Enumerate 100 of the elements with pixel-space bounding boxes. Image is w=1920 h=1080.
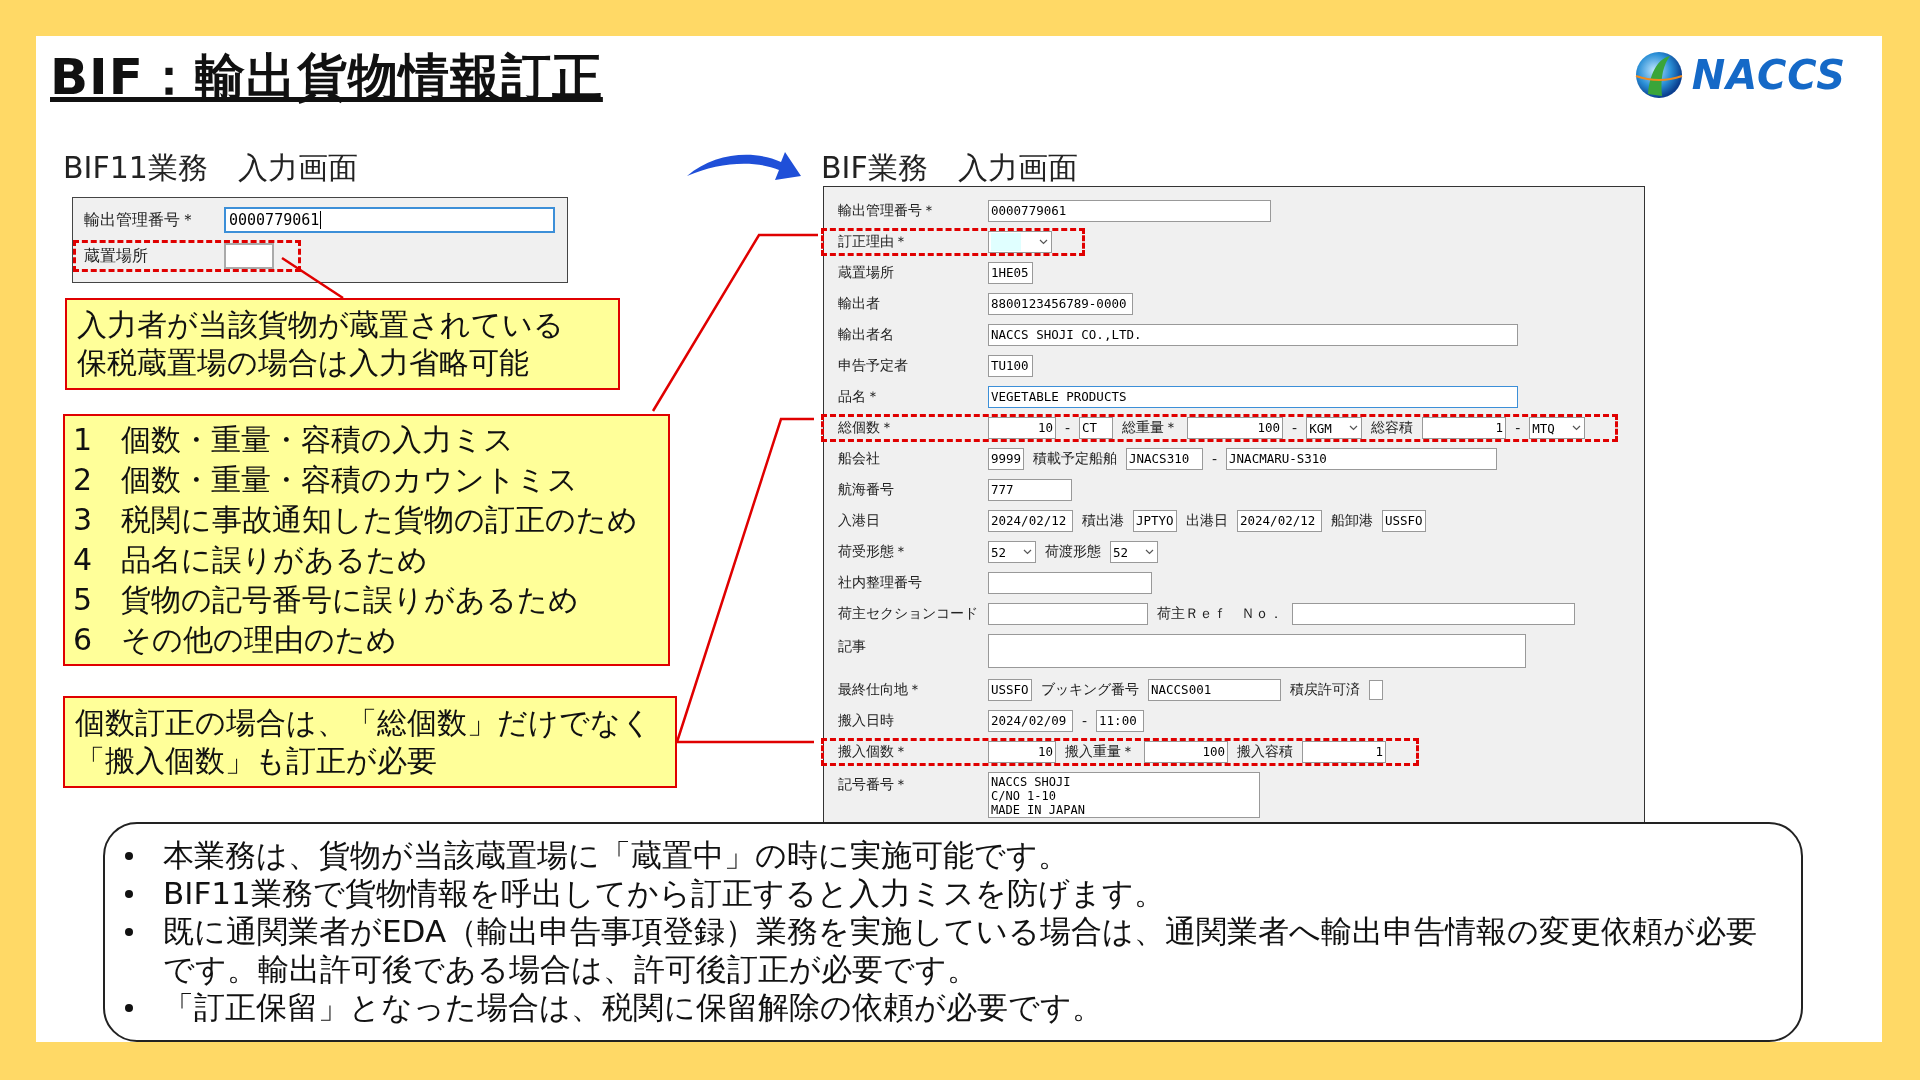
list-number: 2 <box>73 461 91 499</box>
input-field[interactable]: 2024/02/12 <box>988 510 1073 532</box>
field-label: 船卸港 <box>1331 512 1373 530</box>
input-field[interactable]: CT <box>1079 417 1114 439</box>
bullet-icon <box>125 890 133 898</box>
input-field[interactable]: 2024/02/12 <box>1237 510 1322 532</box>
bullet-icon <box>125 1004 133 1012</box>
dash-separator: - <box>1212 451 1218 467</box>
list-text: 貨物の記号番号に誤りがあるため <box>121 581 579 619</box>
field-label: 輸出者 <box>837 295 881 313</box>
input-field[interactable]: 1 <box>1302 741 1386 763</box>
input-field[interactable]: VEGETABLE PRODUCTS <box>988 386 1518 408</box>
list-text: その他の理由のため <box>121 621 397 659</box>
field-label: 航海番号 <box>837 481 895 499</box>
list-text: 品名に誤りがあるため <box>121 541 428 579</box>
callout-text: 個数訂正の場合は、「総個数」だけでなく <box>75 704 652 742</box>
field-label: 積出港 <box>1082 512 1124 530</box>
list-number: 4 <box>73 541 91 579</box>
input-field[interactable]: 1 <box>1422 417 1507 439</box>
text-area[interactable]: NACCS SHOJI C/NO 1-10 MADE IN JAPAN <box>988 772 1260 818</box>
field-label: 品名＊ <box>837 388 881 406</box>
input-field[interactable]: USSFO <box>1382 510 1426 532</box>
input-field[interactable]: USSFO <box>988 679 1032 701</box>
globe-logo-icon <box>1633 50 1684 100</box>
dropdown[interactable]: 52 <box>1110 541 1158 563</box>
input-field[interactable]: JPTYO <box>1133 510 1177 532</box>
input-field[interactable]: 0000779061 <box>988 200 1271 222</box>
chevron-down-icon <box>1572 425 1582 431</box>
callout-text: 「搬入個数」も訂正が必要 <box>75 742 437 780</box>
note-text: 「訂正保留」となった場合は、税関に保留解除の依頼が必要です。 <box>163 988 1103 1026</box>
dropdown[interactable]: KGM <box>1306 417 1363 439</box>
input-field[interactable]: 1HE05 <box>988 262 1033 284</box>
list-number: 5 <box>73 581 91 619</box>
field-label: 積戻許可済 <box>1290 681 1360 699</box>
input-field[interactable]: JNACMARU-S310 <box>1226 448 1498 470</box>
field-label: 搬入重量＊ <box>1065 743 1135 761</box>
bullet-icon <box>125 928 133 936</box>
slide-title: BIF：輸出貨物情報訂正 <box>50 47 603 108</box>
input-field[interactable]: 11:00 <box>1096 710 1145 732</box>
logo-text: NACCS <box>1691 52 1846 98</box>
input-field[interactable]: TU100 <box>988 355 1033 377</box>
dropdown[interactable]: 52 <box>988 541 1036 563</box>
field-label: 総容積 <box>1371 419 1414 437</box>
note-text: 本業務は、貨物が当該蔵置場に「蔵置中」の時に実施可能です。 <box>163 836 1069 874</box>
field-label: 搬入個数＊ <box>837 743 909 761</box>
list-text: 個数・重量・容積の入力ミス <box>121 421 514 459</box>
note-text: 既に通関業者がEDA（輸出申告事項登録）業務を実施している場合は、通関業者へ輸出申告情報の変更依頼が必要です。輸出許可後である場合は、許可後訂正が必要です。 <box>163 912 1759 988</box>
input-field[interactable]: 2024/02/09 <box>988 710 1073 732</box>
chevron-down-icon <box>1145 549 1154 555</box>
input-field[interactable]: 100 <box>1187 417 1284 439</box>
dropdown[interactable]: MTQ <box>1529 417 1586 439</box>
checkbox[interactable] <box>1369 680 1383 700</box>
field-label: 船会社 <box>837 450 881 468</box>
chevron-down-icon <box>1023 549 1032 555</box>
field-label: 蔵置場所 <box>83 245 149 267</box>
dropdown[interactable] <box>988 231 1052 253</box>
list-number: 1 <box>73 421 91 459</box>
list-text: 個数・重量・容積のカウントミス <box>121 461 578 499</box>
field-label: 輸出者名 <box>837 326 895 344</box>
input-field[interactable]: 10 <box>988 417 1056 439</box>
callout-text: 保税蔵置場の場合は入力省略可能 <box>77 344 529 382</box>
field-label: 搬入容積 <box>1237 743 1293 761</box>
dash-separator: - <box>1292 420 1298 436</box>
list-number: 6 <box>73 621 91 659</box>
field-label: 社内整理番号 <box>837 574 923 592</box>
input-field[interactable] <box>224 243 274 269</box>
field-label: 蔵置場所 <box>837 264 895 282</box>
input-field[interactable]: 10 <box>988 741 1056 763</box>
list-text: 税関に事故通知した貨物の訂正のため <box>121 501 638 539</box>
chevron-down-icon <box>1039 239 1048 245</box>
field-label: 申告予定者 <box>837 357 909 375</box>
input-field[interactable]: 0000779061 <box>224 207 555 233</box>
field-label: ブッキング番号 <box>1041 681 1139 699</box>
dash-separator: - <box>1082 713 1088 729</box>
field-label: 総重量＊ <box>1122 419 1179 437</box>
field-label: 荷受形態＊ <box>837 543 909 561</box>
chevron-down-icon <box>1349 425 1359 431</box>
field-label: 輸出管理番号＊ <box>83 209 197 231</box>
list-number: 3 <box>73 501 91 539</box>
field-label: 荷渡形態 <box>1045 543 1101 561</box>
input-field[interactable]: NACCS001 <box>1148 679 1281 701</box>
bullet-icon <box>125 852 133 860</box>
input-field[interactable] <box>988 572 1152 594</box>
input-field[interactable]: 8800123456789-0000 <box>988 293 1133 315</box>
input-field[interactable] <box>988 603 1148 625</box>
field-label: 輸出管理番号＊ <box>837 202 937 220</box>
input-field[interactable]: 9999 <box>988 448 1024 470</box>
field-label: 積載予定船舶 <box>1033 450 1117 468</box>
text-cursor <box>320 211 322 229</box>
field-label: 訂正理由＊ <box>837 233 909 251</box>
field-label: 荷主Ｒｅｆ Ｎｏ． <box>1157 605 1283 623</box>
field-label: 入港日 <box>837 512 881 530</box>
input-field[interactable]: 777 <box>988 479 1072 501</box>
field-label: 搬入日時 <box>837 712 895 730</box>
text-area[interactable] <box>988 634 1526 668</box>
input-field[interactable]: NACCS SHOJI CO.,LTD. <box>988 324 1518 346</box>
section-heading: BIF業務 入力画面 <box>821 150 1078 186</box>
input-field[interactable]: 100 <box>1144 741 1228 763</box>
input-field[interactable] <box>1292 603 1575 625</box>
input-field[interactable]: JNACS310 <box>1126 448 1203 470</box>
